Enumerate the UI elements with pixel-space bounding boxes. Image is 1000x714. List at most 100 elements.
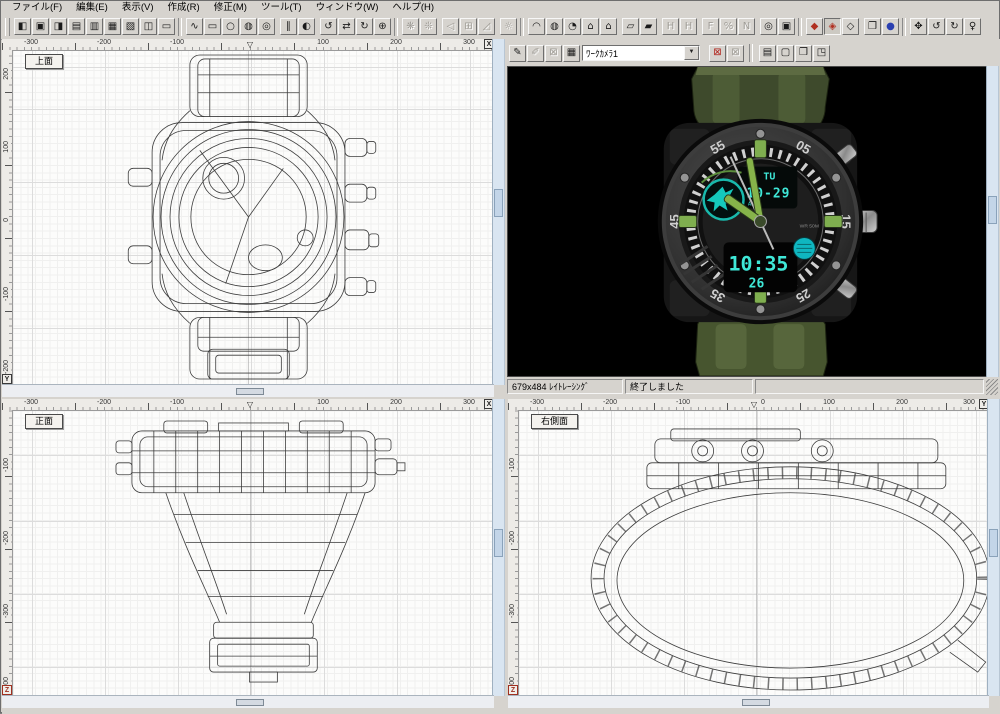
save-image-icon[interactable]: ▤: [759, 45, 776, 62]
print-preview-icon[interactable]: ◳: [813, 45, 830, 62]
front-view-hscrollbar[interactable]: [2, 695, 494, 708]
ratio-icon[interactable]: %: [720, 18, 737, 35]
icon-glyph: ⊠: [731, 47, 739, 58]
v-axis-label: Y: [2, 374, 12, 384]
shape-edit-window-icon[interactable]: ▣: [32, 18, 49, 35]
top-view-hscrollbar[interactable]: [2, 384, 494, 397]
icon-glyph: ◳: [817, 47, 826, 58]
scroll-thumb[interactable]: [989, 529, 998, 557]
camera-window-icon[interactable]: ◨: [50, 18, 67, 35]
fillet-tool-icon[interactable]: ◠: [528, 18, 545, 35]
viewport-label: 正面: [25, 414, 63, 429]
image-window-icon[interactable]: ▦: [104, 18, 121, 35]
combo-dropdown-icon[interactable]: ▼: [684, 46, 699, 60]
smooth-tool-icon[interactable]: ❊: [420, 18, 437, 35]
render-vscrollbar[interactable]: [986, 66, 999, 377]
orbit-view-icon[interactable]: ↺: [928, 18, 945, 35]
menu-item[interactable]: 編集(E): [69, 1, 115, 14]
hatch-tool-icon[interactable]: ∥: [280, 18, 297, 35]
scroll-thumb[interactable]: [236, 388, 264, 395]
menu-item[interactable]: ヘルプ(H): [385, 1, 441, 14]
wireframe-view-icon[interactable]: ◇: [842, 18, 859, 35]
boolean-tool-icon[interactable]: ⊕: [374, 18, 391, 35]
mirror-tool-icon[interactable]: ⇄: [338, 18, 355, 35]
figure-window-icon[interactable]: ◧: [14, 18, 31, 35]
ruler-origin-pointer: ▽: [247, 400, 253, 409]
curve-tool-icon[interactable]: ∿: [186, 18, 203, 35]
toolbar-grip[interactable]: [5, 18, 10, 36]
menu-item[interactable]: ツール(T): [254, 1, 309, 14]
menu-item[interactable]: ファイル(F): [5, 1, 69, 14]
handle-v-icon[interactable]: H: [680, 18, 697, 35]
top-view-vscrollbar[interactable]: [492, 39, 505, 385]
side-view-vscrollbar[interactable]: [987, 399, 1000, 696]
top-view-canvas[interactable]: 上面: [12, 50, 494, 385]
menu-item[interactable]: ウィンドウ(W): [309, 1, 386, 14]
script-window-icon[interactable]: ▭: [158, 18, 175, 35]
sweep-tool-icon[interactable]: ⌂: [582, 18, 599, 35]
rect-tool-icon[interactable]: ▭: [204, 18, 221, 35]
roll-view-icon[interactable]: ↻: [946, 18, 963, 35]
pan-view-icon[interactable]: ✥: [910, 18, 927, 35]
v-axis-label: Z: [508, 685, 518, 695]
icon-glyph: ▭: [208, 21, 217, 32]
icon-glyph: ⊠: [713, 47, 721, 58]
menu-item[interactable]: 表示(V): [115, 1, 161, 14]
copy-part-icon[interactable]: ▱: [622, 18, 639, 35]
zoom-light-icon[interactable]: ♀: [964, 18, 981, 35]
stop-render-icon[interactable]: ⊠: [545, 45, 562, 62]
paste-part-icon[interactable]: ▰: [640, 18, 657, 35]
measure-window-icon[interactable]: ▥: [86, 18, 103, 35]
clear-image-icon[interactable]: ⊠: [709, 45, 726, 62]
loft-tool-icon[interactable]: ⌂: [600, 18, 617, 35]
side-view-hscrollbar[interactable]: [508, 695, 989, 708]
render-options-icon[interactable]: ▦: [563, 45, 580, 62]
round-tool-icon[interactable]: ❋: [402, 18, 419, 35]
lathe-tool-icon[interactable]: ◍: [546, 18, 563, 35]
material-window-icon[interactable]: ▧: [122, 18, 139, 35]
scroll-thumb[interactable]: [494, 529, 503, 557]
continue-render-icon[interactable]: ✐: [527, 45, 544, 62]
preview-render-icon[interactable]: ●: [882, 18, 899, 35]
edit-render-icon[interactable]: ✎: [509, 45, 526, 62]
rotate-tool-icon[interactable]: ↺: [320, 18, 337, 35]
camera-select[interactable]: ﾜｰｸｶﾒﾗ1 ▼: [582, 45, 700, 61]
menu-item[interactable]: 修正(M): [207, 1, 254, 14]
delete-point-icon[interactable]: ◿: [478, 18, 495, 35]
move-point-icon[interactable]: ◁: [442, 18, 459, 35]
twist-tool-icon[interactable]: ↻: [356, 18, 373, 35]
solid-view-icon[interactable]: ◆: [806, 18, 823, 35]
snap-icon[interactable]: ☼: [500, 18, 517, 35]
ruler-tick-label: -200: [96, 39, 112, 47]
render-settings-icon[interactable]: ◎: [760, 18, 777, 35]
menu-item[interactable]: 作成(R): [160, 1, 206, 14]
window-mode-icon[interactable]: ❐: [864, 18, 881, 35]
shade-tool-icon[interactable]: ◐: [298, 18, 315, 35]
revolve-tool-icon[interactable]: ◔: [564, 18, 581, 35]
front-view-canvas[interactable]: 正面: [12, 410, 494, 696]
side-view-canvas[interactable]: 右側面: [518, 410, 989, 696]
handle-h-icon[interactable]: H: [662, 18, 679, 35]
light-window-icon[interactable]: ▤: [68, 18, 85, 35]
formula-icon[interactable]: F: [702, 18, 719, 35]
shaded-view-icon[interactable]: ◈: [824, 18, 841, 35]
print-icon[interactable]: ❒: [795, 45, 812, 62]
normal-icon[interactable]: N: [738, 18, 755, 35]
render-region-icon[interactable]: ▢: [777, 45, 794, 62]
front-view-vscrollbar[interactable]: [492, 399, 505, 696]
scroll-thumb[interactable]: [988, 196, 997, 224]
scroll-thumb[interactable]: [742, 699, 770, 706]
browser-window-icon[interactable]: ◫: [140, 18, 157, 35]
clear-all-icon[interactable]: ⊠: [727, 45, 744, 62]
disk-tool-icon[interactable]: ◎: [258, 18, 275, 35]
icon-glyph: ○: [226, 21, 235, 32]
scroll-thumb[interactable]: [494, 189, 503, 217]
render-image-icon[interactable]: ▣: [778, 18, 795, 35]
circle-tool-icon[interactable]: ○: [222, 18, 239, 35]
resize-grip[interactable]: [986, 379, 998, 395]
weld-point-icon[interactable]: ⊞: [460, 18, 477, 35]
sphere-tool-icon[interactable]: ◍: [240, 18, 257, 35]
icon-glyph: F: [708, 21, 714, 32]
scroll-thumb[interactable]: [236, 699, 264, 706]
viewport-label: 上面: [25, 54, 63, 69]
